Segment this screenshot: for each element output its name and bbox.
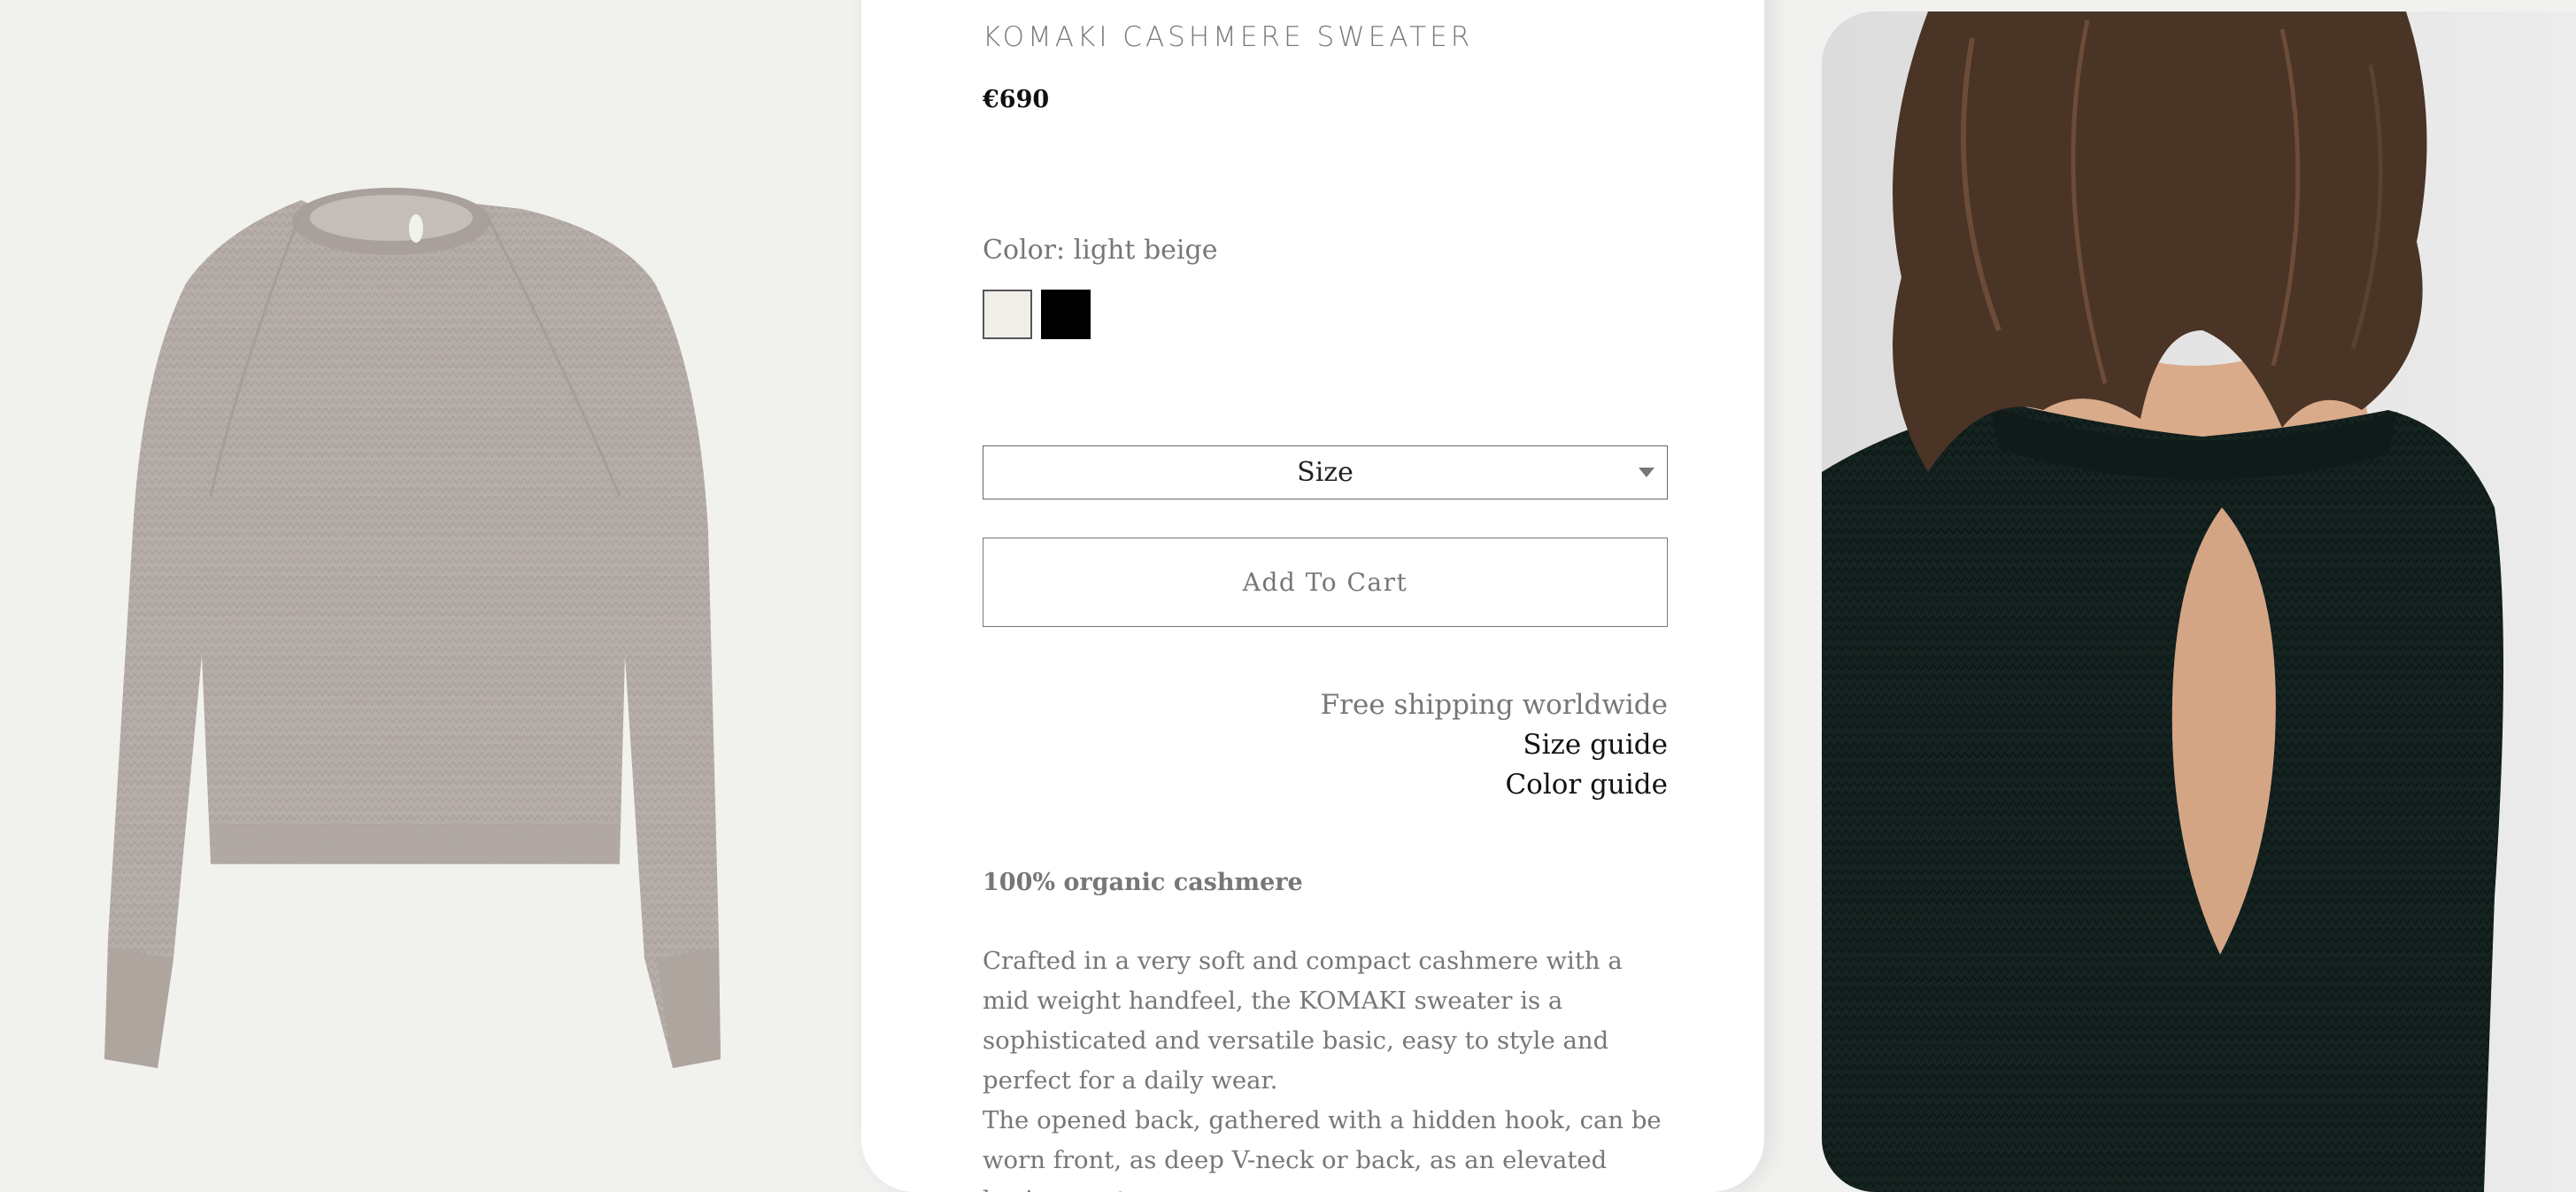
add-to-cart-button[interactable]: Add To Cart	[983, 538, 1668, 627]
product-title: KOMAKI CASHMERE SWEATER	[983, 21, 1474, 53]
shipping-note: Free shipping worldwide	[1320, 689, 1668, 721]
product-image-front[interactable]	[0, 0, 861, 1192]
chevron-down-icon	[1639, 468, 1654, 477]
description-paragraph: Crafted in a very soft and compact cashm…	[983, 947, 1623, 1095]
model-back-illustration	[1822, 12, 2576, 1192]
product-price: €690	[983, 86, 1050, 113]
color-swatches	[983, 290, 1091, 339]
swatch-black[interactable]	[1041, 290, 1091, 339]
product-image-model-back[interactable]	[1822, 12, 2576, 1192]
beige-sweater-illustration	[104, 188, 721, 1068]
size-select[interactable]: Size	[983, 445, 1668, 499]
description-paragraph: The opened back, gathered with a hidden …	[983, 1106, 1662, 1192]
swatch-light-beige[interactable]	[983, 290, 1032, 339]
composition-text: 100% organic cashmere	[983, 869, 1303, 896]
product-description: Crafted in a very soft and compact cashm…	[983, 941, 1668, 1192]
product-info-panel: KOMAKI CASHMERE SWEATER €690 Color: ligh…	[861, 0, 1764, 1192]
color-label: Color: light beige	[983, 235, 1218, 266]
color-guide-link[interactable]: Color guide	[983, 765, 1668, 805]
product-links: Free shipping worldwide Size guide Color…	[983, 685, 1668, 805]
size-select-label: Size	[1297, 457, 1354, 488]
size-guide-link[interactable]: Size guide	[983, 725, 1668, 765]
product-page: KOMAKI CASHMERE SWEATER €690 Color: ligh…	[0, 0, 2576, 1192]
